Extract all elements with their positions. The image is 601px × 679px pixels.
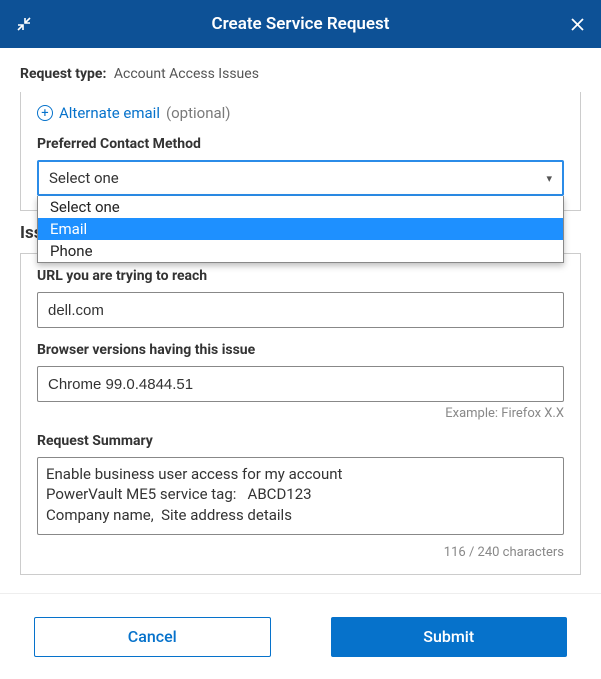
alternate-email-text: Alternate email xyxy=(59,104,160,122)
contact-method-select[interactable]: Select one ▾ xyxy=(37,160,564,196)
cancel-button[interactable]: Cancel xyxy=(34,617,271,657)
issue-card: URL you are trying to reach Browser vers… xyxy=(20,253,581,575)
plus-circle-icon: + xyxy=(37,105,53,121)
contact-method-value: Select one xyxy=(49,169,119,187)
modal-title: Create Service Request xyxy=(34,14,567,34)
chevron-down-icon: ▾ xyxy=(546,172,552,185)
contact-method-select-wrap: Select one ▾ Select one Email Phone xyxy=(37,160,564,196)
contact-card: + Alternate email (optional) Preferred C… xyxy=(20,92,581,211)
close-icon[interactable] xyxy=(567,14,587,34)
request-type-bar: Request type: Account Access Issues xyxy=(0,48,601,90)
char-count: 116 / 240 characters xyxy=(37,545,564,560)
request-type-label: Request type: xyxy=(20,66,106,82)
option-select-one[interactable]: Select one xyxy=(38,196,563,218)
summary-label: Request Summary xyxy=(37,433,564,449)
url-input[interactable] xyxy=(37,292,564,328)
modal-footer: Cancel Submit xyxy=(0,593,601,679)
browser-hint: Example: Firefox X.X xyxy=(37,406,564,421)
alternate-email-link[interactable]: + Alternate email xyxy=(37,104,160,122)
option-email[interactable]: Email xyxy=(38,218,563,240)
browser-input[interactable] xyxy=(37,366,564,402)
option-phone[interactable]: Phone xyxy=(38,240,563,262)
submit-button[interactable]: Submit xyxy=(331,617,568,657)
summary-textarea[interactable] xyxy=(37,457,564,535)
contact-method-label: Preferred Contact Method xyxy=(37,136,564,152)
browser-label: Browser versions having this issue xyxy=(37,342,564,358)
url-label: URL you are trying to reach xyxy=(37,268,564,284)
request-type-value: Account Access Issues xyxy=(114,66,259,82)
form-scroll-area[interactable]: + Alternate email (optional) Preferred C… xyxy=(0,92,601,593)
contact-method-dropdown: Select one Email Phone xyxy=(37,196,564,263)
minimize-icon[interactable] xyxy=(14,14,34,34)
optional-label: (optional) xyxy=(166,104,231,122)
alternate-email-row: + Alternate email (optional) xyxy=(37,104,564,122)
modal-header: Create Service Request xyxy=(0,0,601,48)
